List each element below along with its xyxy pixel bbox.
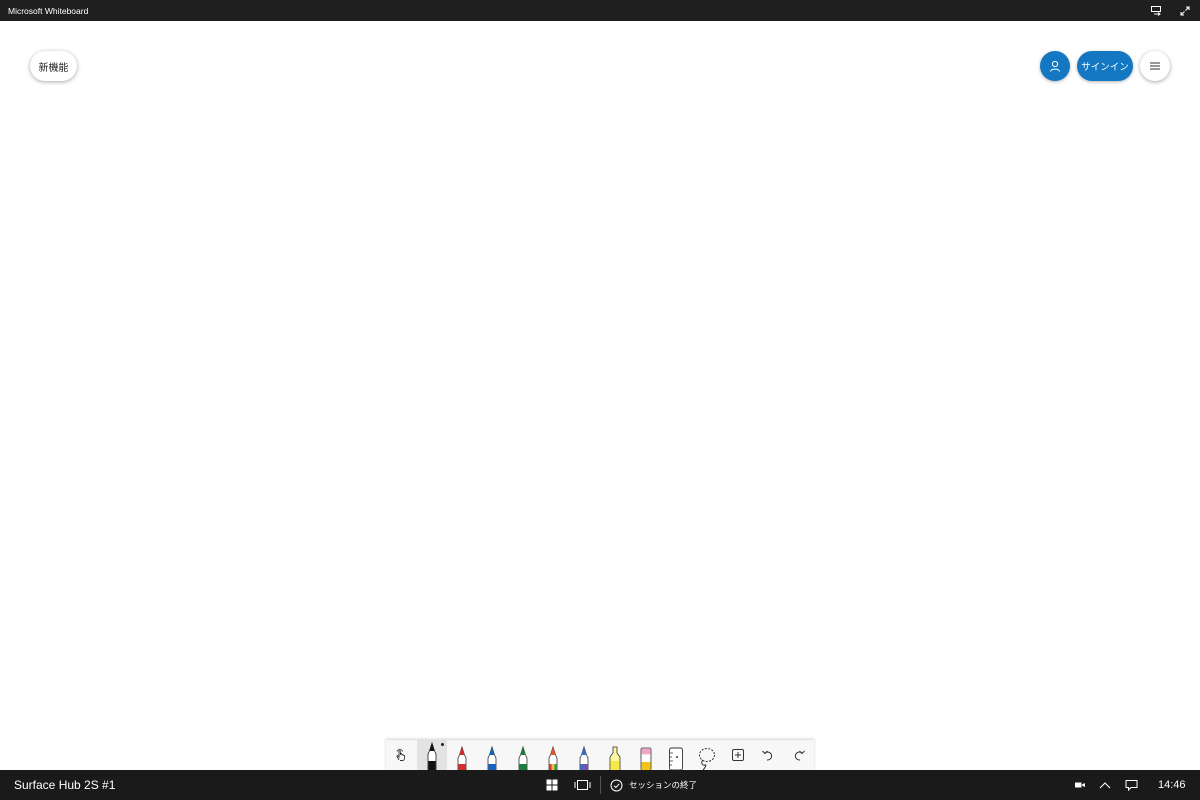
redo-icon [794, 750, 805, 761]
black-pen-button[interactable] [417, 740, 447, 770]
hamburger-icon [1150, 62, 1160, 70]
eraser-button[interactable] [631, 740, 661, 770]
title-bar: Microsoft Whiteboard [0, 0, 1200, 21]
rainbow-pen-button[interactable] [538, 740, 568, 770]
green-pen-icon [518, 745, 528, 770]
galaxy-pen-button[interactable] [569, 740, 599, 770]
ruler-icon [669, 747, 683, 770]
whats-new-button[interactable]: 新機能 [30, 51, 77, 81]
ruler-button[interactable] [661, 740, 691, 770]
ink-toolbar [386, 740, 814, 770]
black-pen-icon [427, 742, 437, 770]
insert-button[interactable] [723, 740, 753, 770]
plus-box-icon [732, 749, 744, 761]
task-view-button[interactable] [572, 777, 592, 793]
chevron-up-icon [1099, 782, 1111, 789]
red-pen-icon [457, 745, 467, 770]
settings-menu-button[interactable] [1140, 51, 1170, 81]
red-pen-button[interactable] [447, 740, 477, 770]
undo-button[interactable] [753, 740, 783, 770]
clock: 14:46 [1158, 779, 1186, 791]
undo-icon [762, 750, 773, 761]
whats-new-label: 新機能 [38, 62, 69, 74]
camera-status-button[interactable] [1072, 777, 1088, 793]
window-title: Microsoft Whiteboard [8, 6, 89, 16]
green-pen-button[interactable] [508, 740, 538, 770]
show-hidden-icons-button[interactable] [1097, 777, 1113, 793]
account-button[interactable] [1040, 51, 1070, 81]
blue-pen-icon [487, 745, 497, 770]
active-tool-indicator [441, 743, 444, 746]
snap-icon [1150, 6, 1161, 16]
notifications-button[interactable] [1123, 777, 1139, 793]
check-circle-icon [610, 779, 623, 791]
highlighter-button[interactable] [600, 740, 630, 770]
lasso-icon [699, 748, 715, 770]
redo-button[interactable] [784, 740, 814, 770]
camera-icon [1075, 782, 1085, 788]
eraser-icon [640, 747, 652, 770]
whiteboard-canvas[interactable] [0, 21, 1200, 770]
galaxy-pen-icon [579, 745, 589, 770]
taskbar-divider [600, 776, 601, 794]
highlighter-icon [609, 746, 621, 770]
blue-pen-button[interactable] [477, 740, 507, 770]
windows-logo-icon [546, 779, 558, 791]
touch-pan-button[interactable] [386, 740, 416, 770]
task-view-icon [574, 780, 590, 790]
person-icon [1050, 60, 1060, 72]
rainbow-pen-icon [548, 745, 558, 770]
fullscreen-button[interactable] [1177, 3, 1193, 19]
lasso-select-button[interactable] [692, 740, 722, 770]
snap-window-button[interactable] [1148, 3, 1164, 19]
end-session-label: セッションの終了 [629, 780, 698, 790]
end-session-button[interactable]: セッションの終了 [610, 770, 697, 800]
taskbar: Surface Hub 2S #1 セッションの終了 14:46 [0, 770, 1200, 800]
hand-touch-icon [396, 749, 406, 761]
device-name: Surface Hub 2S #1 [14, 778, 116, 792]
start-button[interactable] [544, 777, 560, 793]
sign-in-button[interactable]: サインイン [1077, 51, 1133, 81]
sign-in-label: サインイン [1081, 62, 1129, 73]
expand-icon [1180, 6, 1190, 16]
action-center-icon [1125, 780, 1137, 791]
